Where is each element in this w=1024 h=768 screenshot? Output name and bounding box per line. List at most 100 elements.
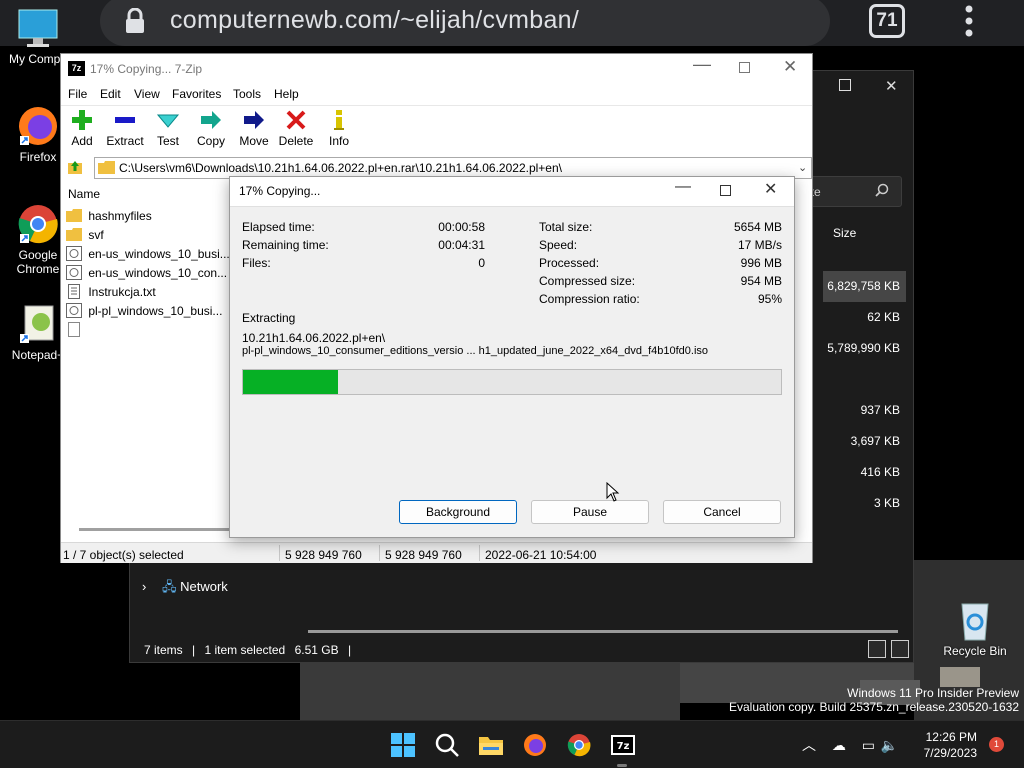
chevron-up-icon[interactable]: ︿ [802, 737, 816, 753]
windows-watermark: Windows 11 Pro Insider Preview Evaluatio… [729, 686, 1019, 714]
title-bar[interactable]: 7z 17% Copying... 7-Zip — ✕ [61, 54, 812, 83]
svg-text:7z: 7z [617, 741, 630, 752]
dialog-body: Elapsed time: 00:00:58 Remaining time: 0… [230, 206, 794, 537]
chevron-right-icon[interactable]: › [142, 579, 146, 594]
size-cell: 416 KB [860, 465, 900, 479]
watermark-line: Evaluation copy. Build 25375.zn_release.… [729, 700, 1019, 714]
disc-image-icon [66, 265, 82, 281]
test-button[interactable]: Test [155, 109, 181, 148]
menu-view[interactable]: View [134, 87, 160, 101]
copy-button[interactable]: Copy [195, 109, 227, 148]
status-separator: | [192, 643, 196, 657]
7zip-taskbar-icon[interactable]: 7z [610, 732, 636, 758]
remaining-time-label: Remaining time: [242, 238, 329, 252]
info-button[interactable]: Info [327, 109, 351, 148]
status-separator [479, 545, 480, 561]
size-cell [823, 364, 906, 395]
url-text[interactable]: computernewb.com/~elijah/cvmban/ [170, 6, 579, 35]
menu-help[interactable]: Help [274, 87, 299, 101]
list-item[interactable]: svf [66, 227, 104, 246]
more-menu-icon[interactable] [962, 3, 976, 39]
progress-bar [242, 369, 782, 395]
delete-button[interactable]: Delete [278, 109, 314, 148]
file-list: Name hashmyfiles svf en-us_windows_10_bu… [61, 181, 231, 537]
display-icon[interactable]: ▭ [862, 737, 875, 753]
clock[interactable]: 12:26 PM 7/29/2023 [913, 729, 977, 761]
list-item[interactable] [66, 322, 85, 341]
size-cell: 3,697 KB [850, 434, 900, 448]
chrome-icon[interactable] [566, 732, 592, 758]
menu-edit[interactable]: Edit [100, 87, 121, 101]
network-label: Network [180, 579, 228, 594]
desktop-icon-recycle-bin[interactable]: Recycle Bin [937, 598, 1013, 658]
add-label: Add [71, 134, 93, 148]
minimize-icon[interactable]: — [675, 178, 691, 196]
tab-count-button[interactable]: 71 [869, 4, 905, 38]
delete-x-icon [286, 110, 306, 130]
taskbar: 7z ︿ ☁ ▭ 🔈 12:26 PM 7/29/2023 1 [0, 720, 1024, 768]
list-item[interactable]: pl-pl_windows_10_busi... [66, 303, 222, 322]
nav-item-network[interactable]: › 🖧 Network [142, 578, 228, 600]
background-button[interactable]: Background [399, 500, 517, 524]
add-button[interactable]: Add [69, 109, 95, 148]
file-name: en-us_windows_10_con... [88, 265, 228, 280]
windows-start-icon[interactable] [390, 732, 416, 758]
files-value: 0 [478, 256, 485, 270]
search-icon[interactable] [434, 732, 460, 758]
name-column-header[interactable]: Name [68, 187, 100, 201]
elapsed-time-label: Elapsed time: [242, 220, 315, 234]
move-button[interactable]: Move [238, 109, 270, 148]
file-explorer-icon[interactable] [478, 732, 504, 758]
status-modified: 2022-06-21 10:54:00 [485, 548, 597, 562]
7zip-logo-icon: 7z [68, 61, 85, 76]
firefox-icon[interactable] [522, 732, 548, 758]
elapsed-time-value: 00:00:58 [438, 220, 485, 234]
recycle-bin-icon [961, 603, 989, 641]
move-arrow-icon [244, 111, 264, 129]
compressed-size-value: 954 MB [740, 274, 782, 288]
move-label: Move [239, 134, 269, 148]
list-item[interactable]: Instrukcja.txt [66, 284, 156, 303]
clock-date: 7/29/2023 [923, 746, 977, 760]
minimize-icon[interactable]: — [693, 54, 711, 75]
cancel-button[interactable]: Cancel [663, 500, 781, 524]
info-label: Info [328, 134, 349, 148]
list-item[interactable]: hashmyfiles [66, 208, 152, 227]
processed-value: 996 MB [740, 256, 782, 270]
close-icon[interactable]: ✕ [885, 77, 898, 95]
close-icon[interactable]: ✕ [764, 179, 777, 199]
disc-image-icon [66, 246, 82, 262]
menu-file[interactable]: File [68, 87, 87, 101]
status-bar: 1 / 7 object(s) selected 5 928 949 760 5… [61, 542, 812, 563]
desktop-icon-label: Recycle Bin [943, 644, 1007, 658]
menu-tools[interactable]: Tools [233, 87, 261, 101]
file-name: en-us_windows_10_busi... [88, 246, 230, 261]
desktop-icon-label: Google Chrome [16, 248, 60, 276]
test-label: Test [156, 134, 179, 148]
maximize-icon[interactable] [839, 79, 851, 91]
details-view-icon[interactable] [868, 640, 886, 658]
pause-button[interactable]: Pause [531, 500, 649, 524]
maximize-icon[interactable] [739, 62, 750, 73]
list-item[interactable]: en-us_windows_10_con... [66, 265, 227, 284]
search-icon [875, 183, 889, 197]
file-name: Instrukcja.txt [88, 284, 156, 299]
menu-favorites[interactable]: Favorites [172, 87, 221, 101]
system-tray: ︿ ☁ ▭ 🔈 [802, 735, 898, 755]
list-item[interactable]: en-us_windows_10_busi... [66, 246, 230, 265]
folder-up-icon[interactable] [67, 159, 83, 175]
desktop-icon-label: My Compu [8, 52, 67, 66]
horizontal-scrollbar[interactable] [79, 528, 229, 531]
minus-icon [115, 117, 135, 123]
size-column-header[interactable]: Size [833, 226, 856, 240]
extract-button[interactable]: Extract [105, 109, 145, 148]
notification-badge[interactable]: 1 [989, 737, 1004, 752]
maximize-icon[interactable] [720, 185, 731, 196]
tiles-view-icon[interactable] [891, 640, 910, 658]
network-offline-icon[interactable]: ☁ [832, 737, 846, 753]
horizontal-scrollbar[interactable] [308, 630, 898, 633]
close-icon[interactable]: ✕ [783, 57, 797, 77]
volume-icon[interactable]: 🔈 [881, 737, 898, 753]
chevron-down-icon[interactable]: ⌄ [798, 161, 807, 174]
view-toggle [866, 640, 910, 661]
